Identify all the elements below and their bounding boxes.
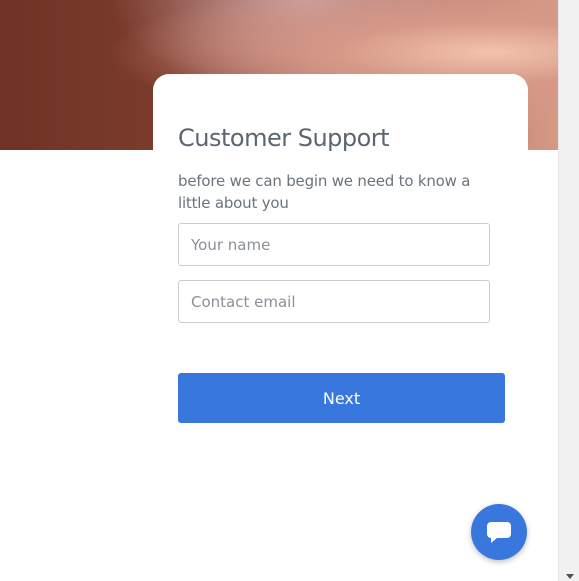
scroll-down-arrow-icon[interactable] [566, 574, 574, 579]
support-card: Customer Support before we can begin we … [153, 74, 528, 494]
intro-text: before we can begin we need to know a li… [178, 172, 471, 212]
chat-bubble-icon [487, 522, 511, 543]
next-button[interactable]: Next [178, 373, 505, 423]
page: Customer Support before we can begin we … [0, 0, 579, 581]
name-input[interactable] [178, 223, 490, 266]
chat-launcher-button[interactable] [471, 504, 527, 560]
vertical-scrollbar[interactable] [558, 0, 579, 581]
page-title: Customer Support [178, 124, 390, 152]
email-input[interactable] [178, 280, 490, 323]
